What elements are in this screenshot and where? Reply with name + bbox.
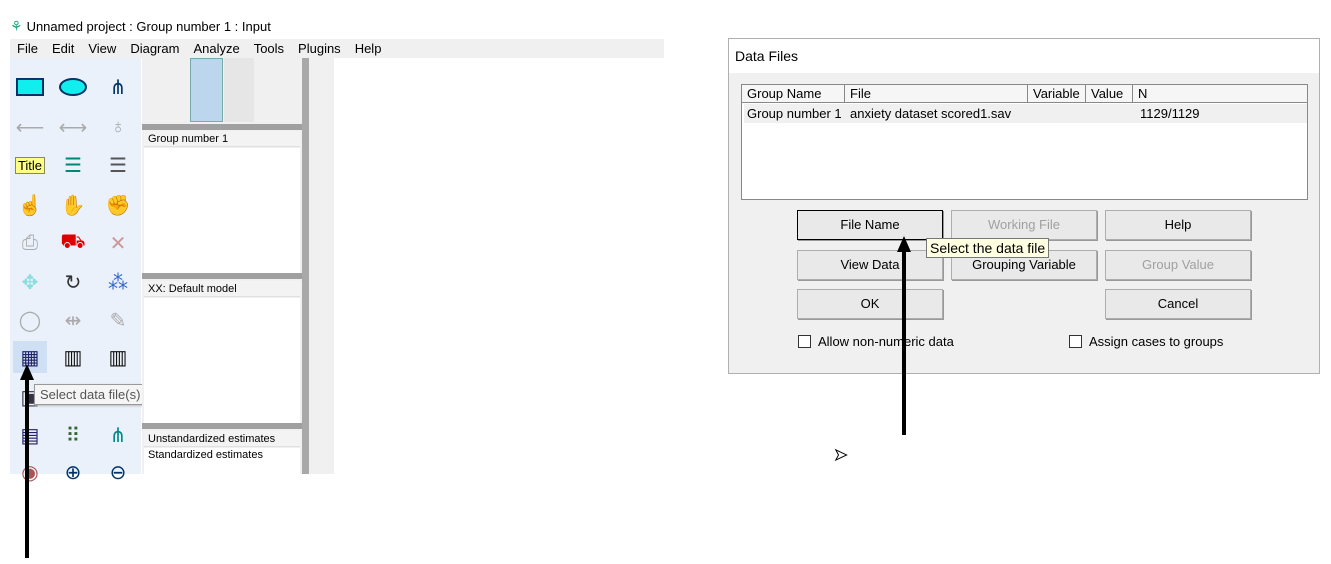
list-variables-in-model-icon[interactable]: ☰ xyxy=(56,149,90,181)
file-name-button[interactable]: File Name xyxy=(797,210,943,240)
menu-diagram[interactable]: Diagram xyxy=(123,39,186,58)
groups-header[interactable]: Group number 1 xyxy=(144,131,300,147)
view-data-button[interactable]: View Data xyxy=(797,250,943,280)
zoom-out-icon[interactable]: ⊖ xyxy=(101,456,135,488)
draw-covariance-icon[interactable]: ⟷ xyxy=(56,111,90,143)
annotation-arrowhead-left xyxy=(20,364,34,380)
cell-file: anxiety dataset scored1.sav xyxy=(850,104,1012,123)
checkbox-label: Assign cases to groups xyxy=(1089,334,1224,349)
print-icon[interactable]: ◉ xyxy=(13,456,47,488)
touch-up-icon[interactable]: ✎ xyxy=(101,304,135,336)
estimate-unstandardized[interactable]: Unstandardized estimates xyxy=(144,431,300,447)
dialog-title: Data Files xyxy=(729,39,1319,73)
menu-file[interactable]: File xyxy=(10,39,45,58)
draw-unobserved-variable-icon[interactable] xyxy=(56,71,90,103)
move-icon[interactable]: ⛟ xyxy=(56,227,90,259)
draw-observed-variable-icon[interactable] xyxy=(13,71,47,103)
cancel-button[interactable]: Cancel xyxy=(1105,289,1251,319)
panel-splitter[interactable] xyxy=(302,58,309,474)
models-list xyxy=(144,298,300,423)
erase-icon[interactable]: ✕ xyxy=(101,227,135,259)
input-view-icon[interactable] xyxy=(190,58,223,122)
menu-help[interactable]: Help xyxy=(348,39,389,58)
annotation-arrowhead-right xyxy=(897,236,911,252)
tooltip-select-data-file: Select the data file xyxy=(926,238,1050,258)
duplicate-icon[interactable]: ⎙ xyxy=(13,227,47,259)
working-file-button[interactable]: Working File xyxy=(951,210,1097,240)
cell-n: 1129/1129 xyxy=(1140,104,1200,123)
menu-bar: File Edit View Diagram Analyze Tools Plu… xyxy=(10,39,664,58)
change-shape-icon[interactable]: ✥ xyxy=(13,266,47,298)
allow-non-numeric-checkbox[interactable]: Allow non-numeric data xyxy=(798,334,954,349)
checkbox-box[interactable] xyxy=(798,335,811,348)
toolbox: ⋔ ⟵ ⟷ ♁ Title ☰ ☰ ☝ ✋ ✊ ⎙ ⛟ ✕ ✥ ↻ ⁂ ◯ ⇹ … xyxy=(10,58,141,484)
select-one-object-icon[interactable]: ☝ xyxy=(13,189,47,221)
assign-cases-checkbox[interactable]: Assign cases to groups xyxy=(1069,334,1223,349)
draw-latent-indicator-icon[interactable]: ⋔ xyxy=(101,71,135,103)
menu-plugins[interactable]: Plugins xyxy=(291,39,348,58)
zoom-in-icon[interactable]: ⊕ xyxy=(56,456,90,488)
col-value[interactable]: Value xyxy=(1086,85,1133,103)
tooltip-select-data-files: Select data file(s) xyxy=(34,384,147,405)
move-parameter-icon[interactable]: ◯ xyxy=(13,304,47,336)
col-group-name[interactable]: Group Name xyxy=(742,85,845,103)
drawing-area-edge xyxy=(309,58,334,474)
checkbox-box[interactable] xyxy=(1069,335,1082,348)
checkbox-label: Allow non-numeric data xyxy=(818,334,954,349)
col-n[interactable]: N xyxy=(1133,85,1307,103)
output-view-icon[interactable] xyxy=(224,58,254,122)
annotation-arrow-left xyxy=(25,378,29,558)
ok-button[interactable]: OK xyxy=(797,289,943,319)
col-variable[interactable]: Variable xyxy=(1028,85,1086,103)
col-file[interactable]: File xyxy=(845,85,1028,103)
deselect-all-icon[interactable]: ✊ xyxy=(101,189,135,221)
group-value-button[interactable]: Group Value xyxy=(1105,250,1251,280)
help-button[interactable]: Help xyxy=(1105,210,1251,240)
annotation-arrow-right xyxy=(902,250,906,435)
title-icon[interactable]: Title xyxy=(13,149,47,181)
rotate-indicators-icon[interactable]: ↻ xyxy=(56,266,90,298)
mouse-cursor-icon: ➤ xyxy=(833,447,848,465)
window-title: Unnamed project : Group number 1 : Input xyxy=(26,19,271,34)
list-variables-in-dataset-icon[interactable]: ☰ xyxy=(101,149,135,181)
groups-list xyxy=(144,148,300,273)
specification-search-icon[interactable]: ⠿ xyxy=(56,419,90,451)
scroll-icon[interactable]: ⇹ xyxy=(56,304,90,336)
draw-path-icon[interactable]: ⟵ xyxy=(13,111,47,143)
view-text-icon[interactable]: ▤ xyxy=(13,419,47,451)
menu-view[interactable]: View xyxy=(81,39,123,58)
estimate-standardized[interactable]: Standardized estimates xyxy=(144,448,300,474)
data-files-dialog: Data Files Group Name File Variable Valu… xyxy=(728,38,1320,374)
model-panel: Group number 1 XX: Default model Unstand… xyxy=(142,58,302,474)
models-header[interactable]: XX: Default model xyxy=(144,281,300,297)
multiple-group-analysis-icon[interactable]: ⋔ xyxy=(101,419,135,451)
reflect-indicators-icon[interactable]: ⁂ xyxy=(101,266,135,298)
menu-edit[interactable]: Edit xyxy=(45,39,81,58)
cell-group: Group number 1 xyxy=(747,104,842,123)
add-unique-variable-icon[interactable]: ♁ xyxy=(101,111,135,143)
select-all-objects-icon[interactable]: ✋ xyxy=(56,189,90,221)
menu-tools[interactable]: Tools xyxy=(247,39,291,58)
menu-analyze[interactable]: Analyze xyxy=(186,39,246,58)
data-files-table[interactable]: Group Name File Variable Value N Group n… xyxy=(741,84,1308,200)
calculate-estimates-icon[interactable]: ▥ xyxy=(101,341,135,373)
analysis-properties-icon[interactable]: ▥ xyxy=(56,341,90,373)
amos-app-icon: ⚘ xyxy=(10,18,23,34)
window-title-bar: ⚘ Unnamed project : Group number 1 : Inp… xyxy=(10,18,271,35)
